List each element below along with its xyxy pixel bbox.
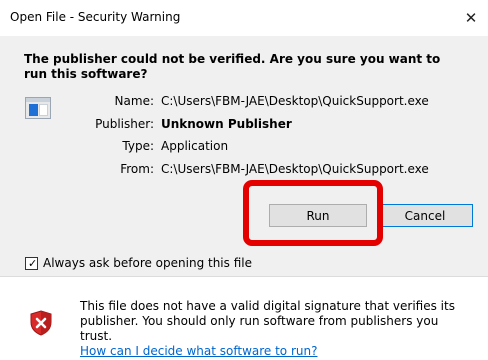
run-button[interactable]: Run <box>269 204 367 227</box>
type-value: Application <box>161 139 229 153</box>
publisher-label: Publisher: <box>95 117 154 131</box>
close-button[interactable]: ✕ <box>454 0 488 36</box>
name-label: Name: <box>114 94 154 108</box>
footer-message: This file does not have a valid digital … <box>80 299 470 359</box>
shield-warning-icon <box>30 310 52 336</box>
application-window-icon <box>25 97 51 119</box>
checkmark-icon: ✓ <box>28 256 38 270</box>
help-link[interactable]: How can I decide what software to run? <box>80 344 317 358</box>
from-value: C:\Users\FBM-JAE\Desktop\QuickSupport.ex… <box>161 162 429 176</box>
from-label: From: <box>120 162 154 176</box>
always-ask-checkbox[interactable]: ✓ <box>25 256 38 270</box>
name-value: C:\Users\FBM-JAE\Desktop\QuickSupport.ex… <box>161 94 429 108</box>
signature-warning-text: This file does not have a valid digital … <box>80 299 455 343</box>
close-icon: ✕ <box>464 9 478 27</box>
window-title: Open File - Security Warning <box>10 10 181 24</box>
warning-headline: The publisher could not be verified. Are… <box>24 52 441 81</box>
publisher-value: Unknown Publisher <box>161 117 292 131</box>
always-ask-label[interactable]: Always ask before opening this file <box>43 256 252 270</box>
title-bar: Open File - Security Warning ✕ <box>0 0 488 36</box>
type-label: Type: <box>122 139 154 153</box>
footer-panel: This file does not have a valid digital … <box>0 277 488 360</box>
cancel-button[interactable]: Cancel <box>377 204 473 227</box>
dialog-body: The publisher could not be verified. Are… <box>0 36 488 276</box>
always-ask-row: ✓ Always ask before opening this file <box>25 256 252 270</box>
